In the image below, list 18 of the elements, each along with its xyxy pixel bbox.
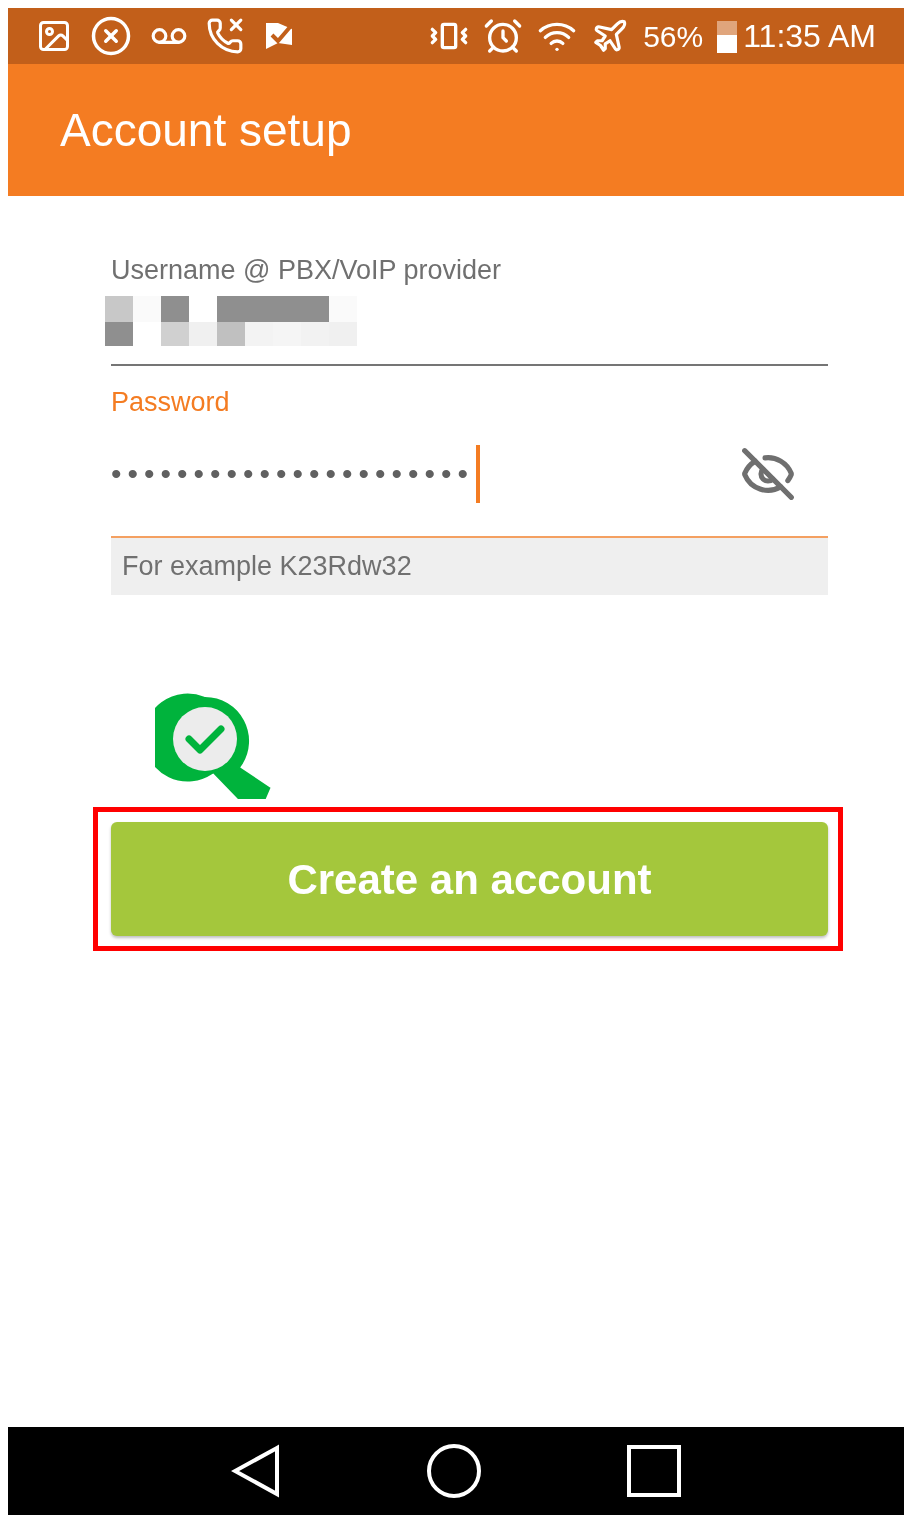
battery-icon xyxy=(717,19,738,53)
app-bar-title: Account setup xyxy=(60,102,352,158)
image-icon xyxy=(36,18,72,54)
home-icon[interactable] xyxy=(426,1443,482,1499)
alarm-icon xyxy=(483,16,524,56)
field-label: Username @ PBX/VoIP provider xyxy=(111,254,503,286)
back-icon[interactable] xyxy=(230,1444,281,1498)
close-circle-icon xyxy=(90,15,132,57)
password-value: •••••••••••••••••••••• xyxy=(111,459,475,489)
eye-off-icon xyxy=(740,446,796,502)
clock-time: 11:35 AM xyxy=(743,17,876,56)
overview-icon[interactable] xyxy=(627,1445,682,1497)
field-label: Password xyxy=(111,386,231,418)
hide-password-button[interactable] xyxy=(740,446,796,502)
text-cursor xyxy=(476,445,481,503)
hint-text: For example K23Rdw32 xyxy=(122,550,412,584)
battery-percent: 56% xyxy=(643,18,704,55)
missed-call-icon xyxy=(206,17,244,55)
